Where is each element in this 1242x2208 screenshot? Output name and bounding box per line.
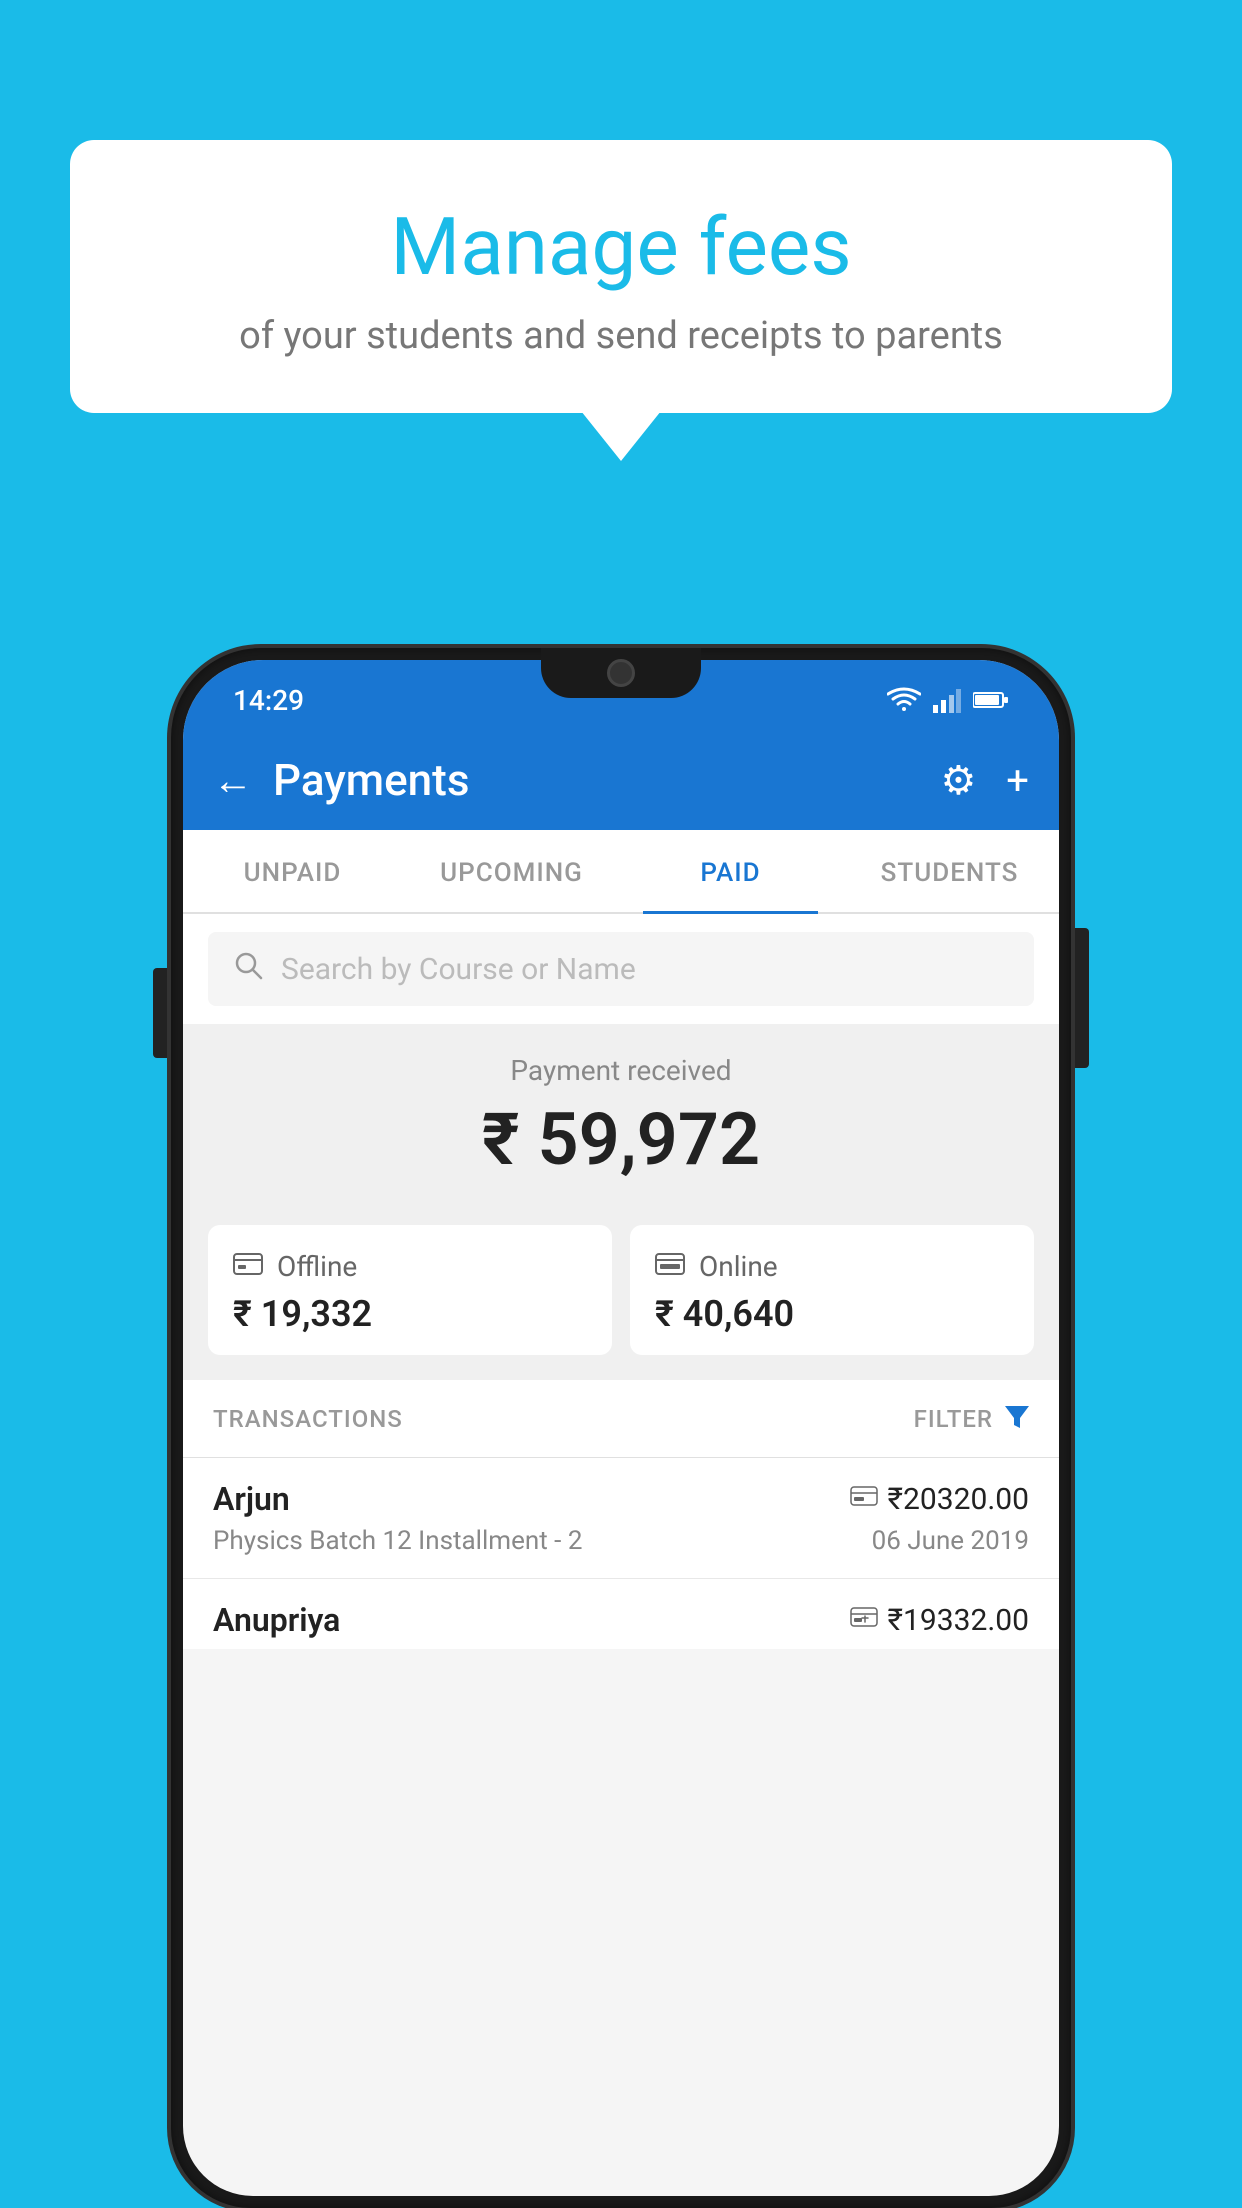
payment-cards: Offline ₹ 19,332 — [183, 1207, 1059, 1380]
search-icon — [233, 950, 263, 988]
tab-unpaid[interactable]: UNPAID — [183, 830, 402, 912]
online-icon — [655, 1250, 685, 1283]
filter-label: FILTER — [914, 1405, 993, 1433]
add-button[interactable]: + — [1006, 757, 1029, 804]
background: Manage fees of your students and send re… — [0, 0, 1242, 2208]
settings-button[interactable]: ⚙ — [940, 757, 976, 804]
offline-amount: ₹ 19,332 — [233, 1293, 587, 1335]
transaction-row-partial[interactable]: Anupriya ₹19332.00 — [183, 1579, 1059, 1649]
transaction-arjun-bottom: Physics Batch 12 Installment - 2 06 June… — [213, 1526, 1029, 1556]
transaction-arjun-name: Arjun — [213, 1480, 290, 1518]
bubble-title: Manage fees — [120, 200, 1122, 294]
notch — [541, 648, 701, 698]
search-placeholder: Search by Course or Name — [281, 952, 636, 987]
transaction-anupriya-amount: ₹19332.00 — [888, 1603, 1029, 1638]
wifi-icon — [887, 687, 921, 713]
header-title: Payments — [273, 754, 469, 806]
phone-frame: 14:29 — [171, 648, 1071, 2208]
app-header: ← Payments ⚙ + — [183, 730, 1059, 830]
transaction-arjun-date: 06 June 2019 — [872, 1526, 1029, 1556]
transaction-arjun-amount-wrap: ₹20320.00 — [850, 1482, 1029, 1517]
online-card-header: Online — [655, 1250, 1009, 1283]
phone-screen: 14:29 — [183, 660, 1059, 2196]
online-payment-card: Online ₹ 40,640 — [630, 1225, 1034, 1355]
search-bar[interactable]: Search by Course or Name — [208, 932, 1034, 1006]
tab-upcoming[interactable]: UPCOMING — [402, 830, 621, 912]
filter-container[interactable]: FILTER — [914, 1402, 1029, 1435]
signal-icon — [933, 687, 961, 713]
status-icons — [887, 687, 1009, 713]
status-time: 14:29 — [233, 684, 304, 717]
tab-students[interactable]: STUDENTS — [840, 830, 1059, 912]
battery-icon — [973, 690, 1009, 710]
transactions-label: TRANSACTIONS — [213, 1405, 403, 1433]
transaction-anupriya-amount-wrap: ₹19332.00 — [850, 1603, 1029, 1638]
camera — [607, 659, 635, 687]
transaction-anupriya-type-icon — [850, 1606, 878, 1634]
tabs-container: UNPAID UPCOMING PAID STUDENTS — [183, 830, 1059, 914]
phone-outer: 14:29 — [171, 648, 1071, 2208]
payment-amount: ₹ 59,972 — [183, 1097, 1059, 1182]
speech-bubble-container: Manage fees of your students and send re… — [70, 140, 1172, 413]
transactions-header: TRANSACTIONS FILTER — [183, 1380, 1059, 1458]
offline-payment-card: Offline ₹ 19,332 — [208, 1225, 612, 1355]
search-container: Search by Course or Name — [183, 914, 1059, 1024]
header-left: ← Payments — [213, 754, 469, 806]
transaction-anupriya-name: Anupriya — [213, 1601, 340, 1639]
online-amount: ₹ 40,640 — [655, 1293, 1009, 1335]
transaction-arjun-amount: ₹20320.00 — [888, 1482, 1029, 1517]
payment-received-section: Payment received ₹ 59,972 — [183, 1024, 1059, 1207]
payment-received-label: Payment received — [183, 1054, 1059, 1087]
back-button[interactable]: ← — [213, 757, 253, 804]
tab-paid[interactable]: PAID — [621, 830, 840, 912]
offline-card-header: Offline — [233, 1250, 587, 1283]
bubble-subtitle: of your students and send receipts to pa… — [120, 314, 1122, 358]
transaction-arjun-course: Physics Batch 12 Installment - 2 — [213, 1526, 582, 1556]
transaction-row[interactable]: Arjun ₹20320.00 — [183, 1458, 1059, 1579]
transaction-arjun-type-icon — [850, 1485, 878, 1513]
offline-icon — [233, 1250, 263, 1283]
transaction-arjun-top: Arjun ₹20320.00 — [213, 1480, 1029, 1518]
header-right: ⚙ + — [940, 757, 1029, 804]
speech-bubble: Manage fees of your students and send re… — [70, 140, 1172, 413]
filter-icon — [1005, 1402, 1029, 1435]
transaction-anupriya-top: Anupriya ₹19332.00 — [213, 1601, 1029, 1639]
online-label: Online — [699, 1250, 778, 1283]
offline-label: Offline — [277, 1250, 357, 1283]
